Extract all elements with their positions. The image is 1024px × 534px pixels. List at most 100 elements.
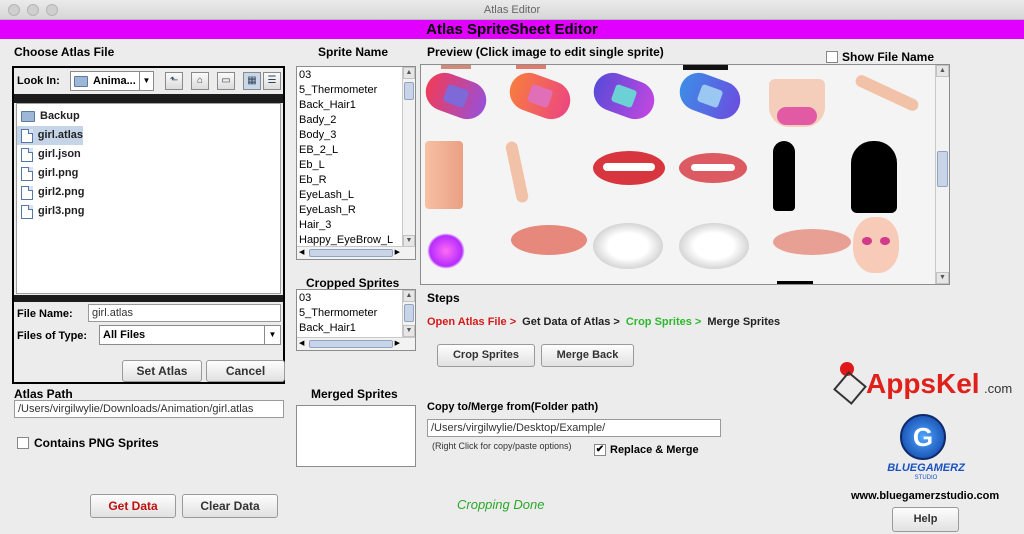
home-icon[interactable]: ⌂ <box>191 72 209 90</box>
show-file-name-checkbox[interactable]: Show File Name <box>826 50 934 64</box>
sprite-name-list[interactable]: 03 5_Thermometer Back_Hair1 Bady_2 Body_3 EB_… <box>296 66 416 260</box>
files-of-type-label: Files of Type: <box>17 330 88 342</box>
list-item[interactable]: EyeLash_L <box>297 188 402 203</box>
divider <box>14 94 283 103</box>
file-list-item[interactable]: girl.atlas <box>17 126 83 145</box>
look-in-dropdown[interactable]: Anima... ▼ <box>70 71 154 91</box>
scroll-right-icon[interactable]: ▶ <box>395 248 400 256</box>
eye-shape-sprite[interactable] <box>593 223 663 269</box>
file-list-item[interactable]: girl2.png <box>17 183 280 202</box>
checkbox-box[interactable] <box>826 51 838 63</box>
file-list-item[interactable]: Backup <box>17 107 280 126</box>
look-in-value: Anima... <box>93 75 136 87</box>
clear-data-button[interactable]: Clear Data <box>182 494 278 518</box>
sprite-partial[interactable] <box>683 65 728 70</box>
file-list-item[interactable]: girl.json <box>17 145 280 164</box>
list-item[interactable]: Eb_R <box>297 173 402 188</box>
vertical-scrollbar[interactable]: ▲ ▼ <box>402 290 415 337</box>
vertical-scrollbar[interactable]: ▲ ▼ <box>935 65 949 284</box>
torso-sprite[interactable] <box>769 79 825 127</box>
up-folder-icon[interactable]: ⬑ <box>165 72 183 90</box>
scroll-down-icon[interactable]: ▼ <box>936 272 949 284</box>
close-window-button[interactable] <box>8 4 20 16</box>
list-item[interactable]: 5_Thermometer <box>297 306 402 321</box>
help-button[interactable]: Help <box>892 507 959 532</box>
leg-sprite[interactable] <box>425 141 463 209</box>
minimize-window-button[interactable] <box>27 4 39 16</box>
new-folder-icon[interactable]: ▭ <box>217 72 235 90</box>
arm-sprite[interactable] <box>853 73 921 113</box>
merge-back-button[interactable]: Merge Back <box>541 344 634 367</box>
get-data-button[interactable]: Get Data <box>90 494 176 518</box>
lips-sprite[interactable] <box>593 151 665 185</box>
list-item[interactable]: Bady_2 <box>297 113 402 128</box>
scroll-down-icon[interactable]: ▼ <box>403 325 415 337</box>
preview-panel[interactable]: ▲ ▼ <box>420 64 950 285</box>
scroll-thumb[interactable] <box>404 304 414 322</box>
list-item[interactable]: Hair_3 <box>297 218 402 233</box>
list-item[interactable]: Back_Hair1 <box>297 98 402 113</box>
lips-sprite[interactable] <box>679 153 747 183</box>
scroll-thumb[interactable] <box>404 82 414 100</box>
scroll-left-icon[interactable]: ◀ <box>299 339 304 347</box>
contains-png-checkbox[interactable]: Contains PNG Sprites <box>17 436 159 450</box>
list-item[interactable]: 03 <box>297 291 402 306</box>
head-sprite[interactable] <box>853 217 899 273</box>
sprite-partial[interactable] <box>516 65 546 69</box>
crop-sprites-button[interactable]: Crop Sprites <box>437 344 535 367</box>
list-item[interactable]: Eb_L <box>297 158 402 173</box>
lips-sprite[interactable] <box>773 229 851 255</box>
sprite-partial[interactable] <box>441 65 471 69</box>
list-item[interactable]: 5_Thermometer <box>297 83 402 98</box>
scroll-thumb[interactable] <box>937 151 948 187</box>
bandage-sprite[interactable] <box>674 67 746 125</box>
scroll-left-icon[interactable]: ◀ <box>299 248 304 256</box>
list-item[interactable]: EB_2_L <box>297 143 402 158</box>
list-item[interactable]: Body_3 <box>297 128 402 143</box>
list-item[interactable]: Back_Hair1 <box>297 321 402 336</box>
step-label: Open Atlas File > <box>427 316 517 328</box>
atlas-path-field[interactable]: /Users/virgilwylie/Downloads/Animation/g… <box>14 400 284 418</box>
cancel-button[interactable]: Cancel <box>206 360 285 382</box>
files-of-type-dropdown[interactable]: All Files ▼ <box>99 325 281 345</box>
bandage-sprite[interactable] <box>421 67 492 125</box>
set-atlas-button[interactable]: Set Atlas <box>122 360 202 382</box>
hair-sprite[interactable] <box>851 141 897 213</box>
bandage-sprite[interactable] <box>588 67 660 125</box>
file-list-item[interactable]: girl3.png <box>17 202 280 221</box>
scroll-up-icon[interactable]: ▲ <box>403 67 415 79</box>
zoom-window-button[interactable] <box>46 4 58 16</box>
steps-flow: Open Atlas File > Get Data of Atlas > Crop… <box>427 316 786 328</box>
studio-text: STUDIO <box>914 475 938 481</box>
merged-sprites-list[interactable] <box>296 405 416 467</box>
lips-sprite[interactable] <box>511 225 587 255</box>
bandage-sprite[interactable] <box>504 67 576 125</box>
sprite-partial[interactable] <box>777 281 813 284</box>
file-name-field[interactable]: girl.atlas <box>88 304 281 322</box>
list-item[interactable]: EyeLash_R <box>297 203 402 218</box>
check-icon[interactable]: ✔ <box>594 444 606 456</box>
glow-sprite[interactable] <box>427 233 465 269</box>
scroll-thumb[interactable] <box>309 340 393 348</box>
scroll-up-icon[interactable]: ▲ <box>403 290 415 302</box>
bluegamerz-text: BLUEGAMERZ <box>887 462 965 474</box>
file-list-item[interactable]: girl.png <box>17 164 280 183</box>
vertical-scrollbar[interactable]: ▲ ▼ <box>402 67 415 247</box>
scroll-up-icon[interactable]: ▲ <box>936 65 949 77</box>
scroll-right-icon[interactable]: ▶ <box>395 339 400 347</box>
checkbox-box[interactable] <box>17 437 29 449</box>
copy-merge-path-field[interactable]: /Users/virgilwylie/Desktop/Example/ <box>427 419 721 437</box>
replace-merge-checkbox[interactable]: ✔ Replace & Merge <box>594 444 699 456</box>
file-icon <box>21 128 33 143</box>
scroll-thumb[interactable] <box>309 249 393 257</box>
replace-merge-label: Replace & Merge <box>610 444 699 456</box>
horizontal-scrollbar[interactable]: ◀ ▶ <box>297 246 415 259</box>
arm-sprite[interactable] <box>504 140 530 204</box>
details-view-icon[interactable]: ☰ <box>263 72 281 90</box>
eye-shape-sprite[interactable] <box>679 223 749 269</box>
cropped-sprites-list[interactable]: 03 5_Thermometer Back_Hair1 ▲ ▼ ◀ ▶ <box>296 289 416 351</box>
list-item[interactable]: 03 <box>297 68 402 83</box>
horizontal-scrollbar[interactable]: ◀ ▶ <box>297 337 415 350</box>
silhouette-sprite[interactable] <box>773 141 795 211</box>
list-view-icon[interactable]: ▦ <box>243 72 261 90</box>
